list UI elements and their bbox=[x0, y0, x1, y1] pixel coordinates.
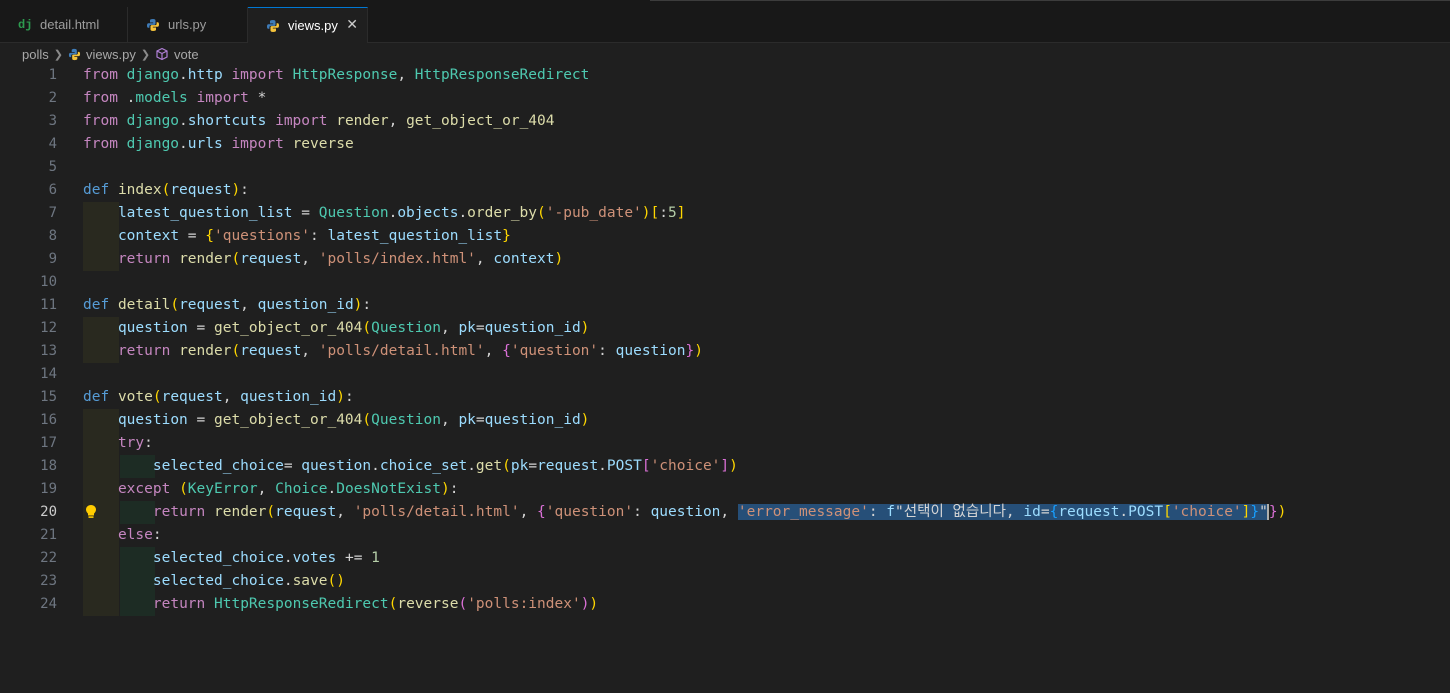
code-text[interactable]: from .models import * bbox=[83, 87, 266, 110]
code-text[interactable]: from django.shortcuts import render, get… bbox=[83, 110, 554, 133]
code-line[interactable]: 2 from .models import * bbox=[0, 87, 1450, 110]
code-text[interactable]: return render(request, 'polls/index.html… bbox=[83, 248, 563, 271]
line-number: 15 bbox=[40, 389, 57, 405]
code-text[interactable]: def vote(request, question_id): bbox=[83, 386, 354, 409]
code-line[interactable]: 13 return render(request, 'polls/detail.… bbox=[0, 340, 1450, 363]
code-line[interactable]: 21 else: bbox=[0, 524, 1450, 547]
code-line[interactable]: 12 question = get_object_or_404(Question… bbox=[0, 317, 1450, 340]
code-text[interactable]: return render(request, 'polls/detail.htm… bbox=[83, 501, 1286, 524]
code-line[interactable]: 23 selected_choice.save() bbox=[0, 570, 1450, 593]
window-top-strip bbox=[0, 0, 1450, 7]
breadcrumb-file[interactable]: views.py bbox=[86, 47, 136, 62]
line-number: 18 bbox=[40, 458, 57, 474]
code-text[interactable]: from django.urls import reverse bbox=[83, 133, 354, 156]
breadcrumb-folder[interactable]: polls bbox=[22, 47, 49, 62]
line-number: 16 bbox=[40, 412, 57, 428]
code-text[interactable]: question = get_object_or_404(Question, p… bbox=[83, 317, 589, 340]
code-line[interactable]: 22 selected_choice.votes += 1 bbox=[0, 547, 1450, 570]
line-number: 20 bbox=[40, 504, 57, 520]
tab-label: urls.py bbox=[168, 17, 207, 32]
line-number: 1 bbox=[48, 67, 57, 83]
code-line[interactable]: 14 bbox=[0, 363, 1450, 386]
code-line[interactable]: 1 from django.http import HttpResponse, H… bbox=[0, 64, 1450, 87]
line-number: 11 bbox=[40, 297, 57, 313]
python-icon bbox=[266, 19, 284, 33]
code-line[interactable]: 11 def detail(request, question_id): bbox=[0, 294, 1450, 317]
line-number: 6 bbox=[48, 182, 57, 198]
code-line[interactable]: 20 return render(request, 'polls/detail.… bbox=[0, 501, 1450, 524]
code-line[interactable]: 9 return render(request, 'polls/index.ht… bbox=[0, 248, 1450, 271]
code-line[interactable]: 19 except (KeyError, Choice.DoesNotExist… bbox=[0, 478, 1450, 501]
code-line[interactable]: 24 return HttpResponseRedirect(reverse('… bbox=[0, 593, 1450, 616]
code-line[interactable]: 15 def vote(request, question_id): bbox=[0, 386, 1450, 409]
code-line[interactable]: 8 context = {'questions': latest_questio… bbox=[0, 225, 1450, 248]
code-line[interactable]: 5 bbox=[0, 156, 1450, 179]
code-line[interactable]: 3 from django.shortcuts import render, ge… bbox=[0, 110, 1450, 133]
line-number: 21 bbox=[40, 527, 57, 543]
code-text[interactable]: def index(request): bbox=[83, 179, 249, 202]
search-box-edge bbox=[650, 0, 1450, 1]
line-number: 22 bbox=[40, 550, 57, 566]
line-number: 14 bbox=[40, 366, 57, 382]
code-line[interactable]: 10 bbox=[0, 271, 1450, 294]
line-number: 10 bbox=[40, 274, 57, 290]
code-text[interactable]: except (KeyError, Choice.DoesNotExist): bbox=[83, 478, 459, 501]
chevron-right-icon: ❯ bbox=[53, 48, 63, 61]
line-number: 13 bbox=[40, 343, 57, 359]
breadcrumb-symbol[interactable]: vote bbox=[174, 47, 199, 62]
tab-bar: dj detail.html urls.py views.py ✕ bbox=[0, 7, 1450, 43]
line-number: 9 bbox=[48, 251, 57, 267]
code-text[interactable]: question = get_object_or_404(Question, p… bbox=[83, 409, 589, 432]
code-text[interactable]: return HttpResponseRedirect(reverse('pol… bbox=[83, 593, 598, 616]
line-number: 24 bbox=[40, 596, 57, 612]
line-number: 19 bbox=[40, 481, 57, 497]
line-number: 2 bbox=[48, 90, 57, 106]
code-text[interactable]: from django.http import HttpResponse, Ht… bbox=[83, 64, 589, 87]
tab-views-py[interactable]: views.py ✕ bbox=[248, 7, 368, 43]
code-text[interactable]: selected_choice.save() bbox=[83, 570, 345, 593]
close-icon[interactable]: ✕ bbox=[346, 16, 358, 33]
code-editor[interactable]: 1 from django.http import HttpResponse, H… bbox=[0, 64, 1450, 693]
code-line[interactable]: 16 question = get_object_or_404(Question… bbox=[0, 409, 1450, 432]
code-line[interactable]: 6 def index(request): bbox=[0, 179, 1450, 202]
code-text[interactable]: selected_choice.votes += 1 bbox=[83, 547, 380, 570]
django-icon: dj bbox=[18, 17, 33, 32]
tab-detail-html[interactable]: dj detail.html bbox=[0, 7, 128, 42]
breadcrumb: polls ❯ views.py ❯ vote bbox=[22, 44, 199, 64]
code-text[interactable]: selected_choice= question.choice_set.get… bbox=[83, 455, 738, 478]
line-number: 8 bbox=[48, 228, 57, 244]
line-number: 3 bbox=[48, 113, 57, 129]
code-text[interactable]: latest_question_list = Question.objects.… bbox=[83, 202, 686, 225]
code-line[interactable]: 18 selected_choice= question.choice_set.… bbox=[0, 455, 1450, 478]
code-line[interactable]: 4 from django.urls import reverse bbox=[0, 133, 1450, 156]
python-icon bbox=[146, 18, 164, 32]
line-number: 12 bbox=[40, 320, 57, 336]
code-text[interactable]: try: bbox=[83, 432, 153, 455]
code-line[interactable]: 17 try: bbox=[0, 432, 1450, 455]
line-number: 4 bbox=[48, 136, 57, 152]
python-icon bbox=[68, 48, 81, 61]
method-cube-icon bbox=[155, 47, 169, 61]
line-number: 5 bbox=[48, 159, 57, 175]
code-text[interactable]: else: bbox=[83, 524, 162, 547]
tab-urls-py[interactable]: urls.py bbox=[128, 7, 248, 42]
tab-label: views.py bbox=[288, 18, 338, 33]
line-number: 17 bbox=[40, 435, 57, 451]
chevron-right-icon: ❯ bbox=[140, 48, 151, 61]
code-text[interactable]: context = {'questions': latest_question_… bbox=[83, 225, 511, 248]
line-number: 7 bbox=[48, 205, 57, 221]
tab-label: detail.html bbox=[40, 17, 100, 32]
code-text[interactable]: return render(request, 'polls/detail.htm… bbox=[83, 340, 703, 363]
code-text[interactable]: def detail(request, question_id): bbox=[83, 294, 371, 317]
code-line[interactable]: 7 latest_question_list = Question.object… bbox=[0, 202, 1450, 225]
line-number: 23 bbox=[40, 573, 57, 589]
